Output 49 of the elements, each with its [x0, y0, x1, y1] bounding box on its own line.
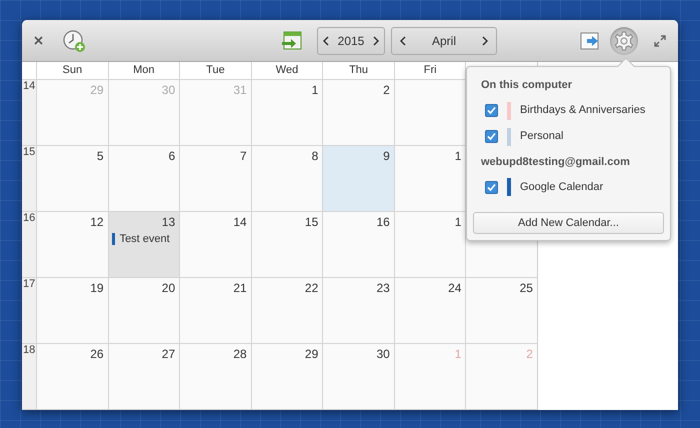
weekday-header: Mon: [108, 62, 180, 79]
calendar-name: Birthdays & Anniversaries: [520, 103, 646, 118]
calendar-name: Personal: [520, 129, 564, 144]
section-heading: On this computer: [480, 78, 574, 93]
day-number: 22: [304, 280, 318, 297]
day-number: 23: [376, 280, 390, 297]
week-number: 16: [23, 212, 36, 224]
weekday-header: Fri: [394, 62, 466, 79]
week-number: 14: [23, 80, 36, 92]
day-number: 1: [454, 214, 462, 231]
day-number: 12: [90, 214, 104, 231]
day-number: 30: [376, 346, 390, 363]
day-number: 20: [162, 280, 176, 297]
day-number: 30: [162, 82, 176, 99]
weekday-header: Thu: [322, 62, 394, 79]
day-number: 28: [233, 346, 247, 363]
month-label: April: [432, 32, 456, 50]
day-number: 1: [312, 82, 318, 99]
week-number: 18: [23, 344, 36, 356]
year-label: 2015: [338, 32, 364, 50]
day-number: 1: [454, 346, 462, 363]
day-number: 14: [233, 214, 247, 231]
day-number: 13: [162, 214, 176, 231]
weekday-header: Tue: [179, 62, 251, 79]
day-number: 24: [448, 280, 462, 297]
day-number: 29: [304, 346, 318, 363]
day-number: 29: [90, 82, 104, 99]
day-number: 15: [304, 214, 318, 231]
day-number: 7: [240, 148, 247, 165]
day-number: 9: [383, 148, 390, 165]
day-number: 5: [96, 148, 104, 165]
week-number: 17: [23, 278, 36, 290]
day-number: 31: [233, 82, 247, 99]
day-number: 19: [90, 280, 104, 297]
day-number: 21: [233, 280, 247, 297]
day-number: 6: [168, 148, 176, 165]
day-number: 26: [90, 346, 104, 363]
week-number: 15: [23, 146, 36, 158]
day-number: 2: [526, 346, 533, 363]
day-number: 1: [454, 148, 462, 165]
section-heading: webupd8testing@gmail.com: [480, 154, 631, 170]
calendar-name: Google Calendar: [520, 180, 604, 195]
day-number: 25: [520, 280, 533, 297]
weekday-header: Wed: [250, 62, 322, 79]
day-number: 2: [383, 82, 390, 99]
day-number: 8: [312, 148, 318, 165]
day-number: 27: [162, 346, 176, 363]
day-number: 16: [376, 214, 390, 231]
weekday-header: Sun: [36, 62, 108, 79]
